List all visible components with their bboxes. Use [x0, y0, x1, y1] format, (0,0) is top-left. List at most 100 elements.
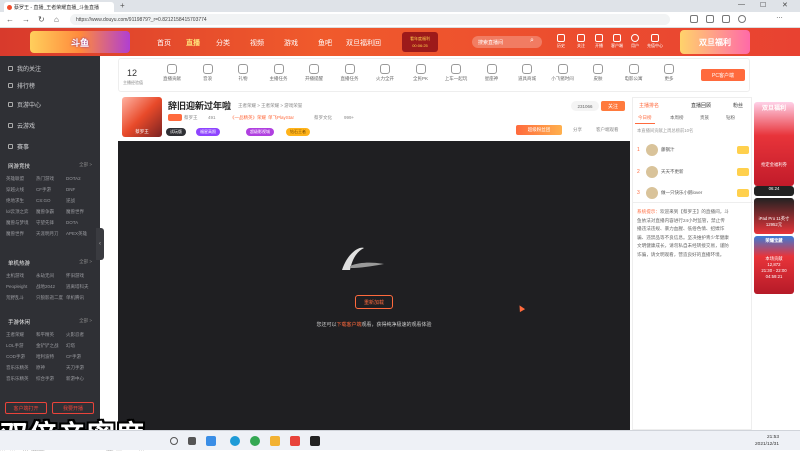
tool-item[interactable]: 直播贡献 [159, 64, 185, 82]
holiday-promo-card[interactable]: 双旦福利 抢定金福利券 [754, 102, 794, 186]
sidebar-game-link[interactable]: 穿越火线 [6, 187, 36, 193]
sidebar-game-link[interactable]: 魔兽世界 [6, 231, 36, 237]
sidebar-game-link[interactable]: CS:GO [36, 198, 66, 204]
home-icon[interactable]: ⌂ [54, 15, 59, 24]
sidebar-game-link[interactable]: 守望先锋 [36, 220, 66, 226]
subtab-today[interactable]: 今日榜 [635, 115, 655, 124]
sidebar-game-link[interactable]: 魔兽世界 [66, 209, 96, 215]
douyu-app-icon[interactable] [290, 436, 300, 446]
streamer-name[interactable]: 蔡罗王 [184, 115, 198, 121]
sidebar-game-link[interactable]: 金铲铲之战 [36, 343, 66, 349]
activity-link-2[interactable]: 单飞PlayStar [268, 115, 294, 121]
nav-home[interactable]: 首页 [157, 38, 171, 48]
system-clock[interactable]: 21:53 2021/12/31 [755, 434, 779, 448]
nav-video[interactable]: 视频 [250, 38, 264, 48]
sidebar-game-link[interactable]: 哈利波特 [36, 354, 66, 360]
user-button[interactable]: 用户 [627, 34, 643, 49]
nav-category[interactable]: 分类 [216, 38, 230, 48]
tag-lucky[interactable]: 福星高照 [196, 128, 220, 136]
sidebar-game-link[interactable]: 逆战 [66, 198, 96, 204]
tag-king[interactable]: 钻石王者 [286, 128, 310, 136]
rank-row[interactable]: 3 做一只快乐小鹅lover [637, 185, 749, 201]
sidebar-game-link[interactable]: 音乐乐精英 [6, 376, 36, 382]
app-icon[interactable] [310, 436, 320, 446]
start-broadcast-button[interactable]: 我要开播 [52, 402, 94, 414]
wallet-button[interactable]: 充值中心 [645, 34, 665, 49]
sidebar-item-follow[interactable]: 我的关注 [8, 64, 41, 73]
tool-item[interactable]: 开播提醒 [301, 64, 327, 82]
countdown-ad[interactable]: 看年度福利 00:06:25 [402, 32, 438, 52]
douyu-logo[interactable]: 斗鱼 [30, 31, 130, 53]
share-button[interactable]: 分享 [573, 127, 582, 133]
sidebar-game-link[interactable]: 单机腾讯 [66, 295, 96, 301]
sidebar-game-link[interactable]: 原神 [36, 365, 66, 371]
back-icon[interactable]: ← [6, 15, 14, 24]
sidebar-game-link[interactable]: CF手游 [36, 187, 66, 193]
sidebar-item-esports[interactable]: 赛事 [8, 142, 29, 151]
section-more-link[interactable]: 全部 > [79, 259, 92, 267]
tool-item[interactable]: 音浪 [195, 64, 221, 82]
tab-replay[interactable]: 直播回顾 [691, 102, 711, 109]
sidebar-game-link[interactable]: CF手游 [66, 354, 96, 360]
chrome-browser-icon[interactable] [250, 436, 260, 446]
subtab-noble[interactable]: 贵族 [697, 115, 712, 124]
follow-button[interactable]: 关注 [573, 34, 589, 49]
sidebar-game-link[interactable]: DOTA2 [66, 176, 96, 182]
search-icon[interactable]: ⌕ [530, 37, 534, 45]
maximize-button[interactable]: ☐ [760, 1, 766, 9]
sidebar-game-link[interactable]: 永劫无间 [36, 273, 66, 279]
tool-item[interactable]: 礼物 [230, 64, 256, 82]
sidebar-game-link[interactable]: 综合手游 [36, 376, 66, 382]
sidebar-game-link[interactable]: 天刀手游 [66, 365, 96, 371]
tag-cinema[interactable]: 超级影视城 [246, 128, 274, 136]
collections-icon[interactable] [722, 15, 730, 23]
subtab-diamond[interactable]: 钻粉 [723, 115, 738, 124]
tool-item[interactable]: 直播任务 [337, 64, 363, 82]
nav-game[interactable]: 游戏 [284, 38, 298, 48]
close-window-button[interactable]: ✕ [782, 1, 788, 9]
browser-tab[interactable]: 蔡罗王 - 直播_王者荣耀直播_斗鱼直播 [4, 2, 114, 12]
tool-item[interactable]: 火力全开 [372, 64, 398, 82]
extensions-icon[interactable] [690, 15, 698, 23]
sidebar-game-link[interactable]: DOTA [66, 220, 96, 226]
tool-item[interactable]: 小飞猪时间 [550, 64, 576, 82]
sidebar-game-link[interactable]: 主机游戏 [6, 273, 36, 279]
client-watch-button[interactable]: 客户端观看 [596, 127, 619, 133]
sidebar-game-link[interactable]: 绝地求生 [6, 198, 36, 204]
profile-icon[interactable] [738, 15, 746, 23]
report-link[interactable]: 举报 [222, 103, 231, 109]
sidebar-game-link[interactable]: 逃离塔科夫 [66, 284, 96, 290]
file-explorer-icon[interactable] [270, 436, 280, 446]
sidebar-game-link[interactable]: 战地2042 [36, 284, 66, 290]
sidebar-game-link[interactable]: 新游中心 [66, 376, 96, 382]
tool-item[interactable]: 主播任务 [266, 64, 292, 82]
broadcast-button[interactable]: 开播 [591, 34, 607, 49]
organization[interactable]: 蔡罗文化 [314, 115, 332, 121]
sidebar-game-link[interactable]: 魔兽争霸 [36, 209, 66, 215]
tool-item[interactable]: 道具商城 [514, 64, 540, 82]
tag-trial[interactable]: 试玩版 [166, 128, 186, 136]
client-button[interactable]: 客户端 [609, 34, 625, 49]
pc-client-download-button[interactable]: PC客户端 [701, 69, 745, 81]
sidebar-game-link[interactable]: 火影忍者 [66, 332, 96, 338]
subtab-week[interactable]: 本周榜 [667, 115, 687, 124]
sidebar-game-link[interactable]: LOL手游 [6, 343, 36, 349]
tab-fans[interactable]: 粉丝 [733, 102, 743, 109]
tool-item[interactable]: 全民PK [408, 64, 434, 82]
sidebar-game-link[interactable]: 只狼影逝二度 [36, 295, 66, 301]
ipad-prize-card[interactable]: iPad Pro 11英寸 12952元 [754, 198, 794, 234]
sidebar-game-link[interactable]: 怀旧游戏 [66, 273, 96, 279]
sidebar-game-link[interactable]: Peopleight [6, 284, 36, 290]
nav-yuba[interactable]: 鱼吧 [318, 38, 332, 48]
sidebar-game-link[interactable]: 幻塔 [66, 343, 96, 349]
tool-item[interactable]: 电影公寓 [621, 64, 647, 82]
tool-item[interactable]: 皮肤 [585, 64, 611, 82]
minimize-button[interactable]: — [738, 1, 745, 8]
sidebar-game-link[interactable]: 王者荣耀 [6, 332, 36, 338]
task-view-icon[interactable] [188, 437, 196, 445]
sidebar-game-link[interactable]: DNF [66, 187, 96, 193]
history-button[interactable]: 历史 [553, 34, 569, 49]
sidebar-game-link[interactable]: APEX英雄 [66, 231, 96, 237]
category-breadcrumb[interactable]: 王者荣耀 > 王者荣耀 > 游戏荣誉 [238, 103, 302, 109]
open-client-button[interactable]: 客户端打开 [5, 402, 47, 414]
